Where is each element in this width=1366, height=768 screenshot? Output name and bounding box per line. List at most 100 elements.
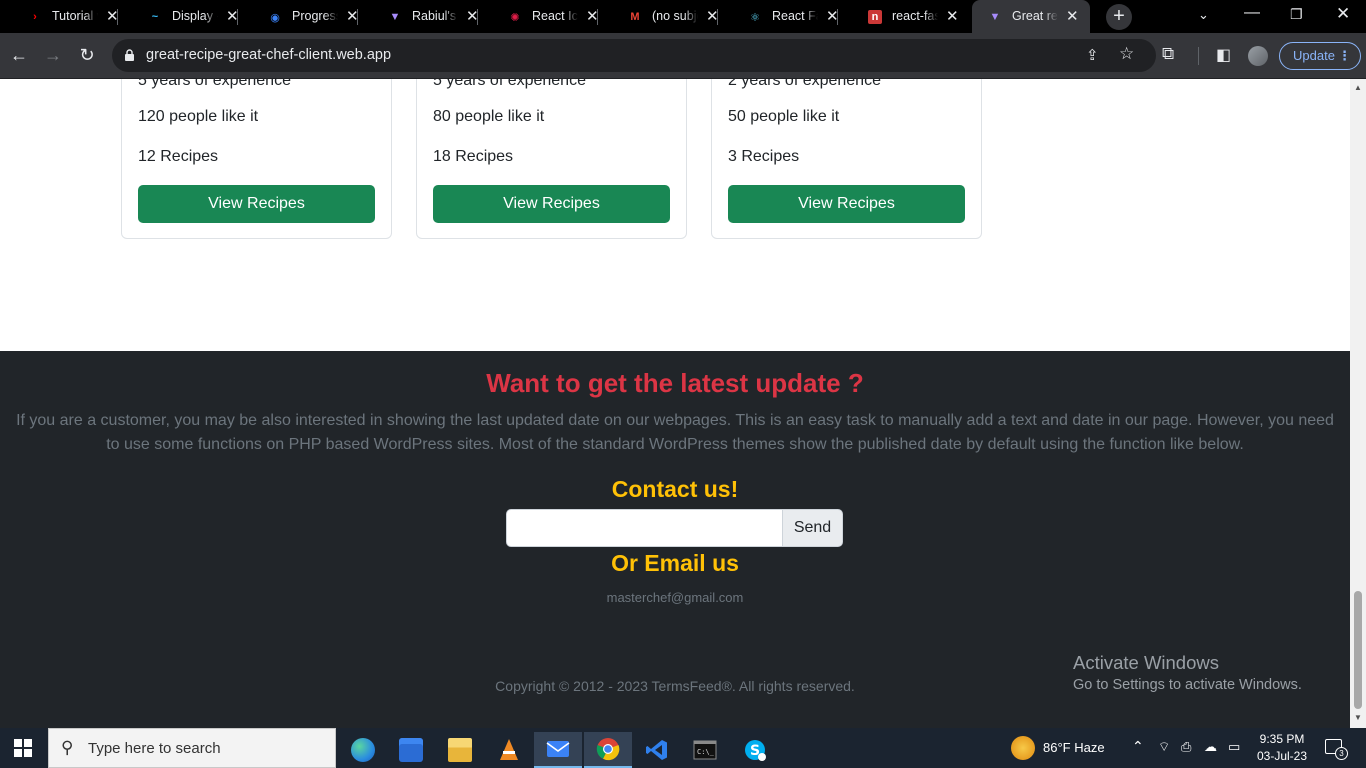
chef-card: 5 years of experience 80 people like it … <box>416 79 687 239</box>
chef-likes: 80 people like it <box>433 108 545 125</box>
skype-icon[interactable]: S <box>731 732 779 768</box>
tab-title: (no subje <box>652 9 698 23</box>
page-scrollbar[interactable]: ▲ ▼ <box>1350 79 1366 728</box>
toolbar-divider <box>1198 47 1199 65</box>
chef-card: 2 years of experience 50 people like it … <box>711 79 982 239</box>
weather-text[interactable]: 86°F Haze <box>1043 740 1105 755</box>
view-recipes-button[interactable]: View Recipes <box>728 185 965 223</box>
update-paragraph: If you are a customer, you may be also i… <box>16 412 1334 453</box>
view-recipes-button[interactable]: View Recipes <box>138 185 375 223</box>
search-placeholder: Type here to search <box>88 740 221 757</box>
scrollbar-thumb[interactable] <box>1354 591 1362 709</box>
tab-tutorial[interactable]: › Tutorial v ✕ <box>0 0 119 33</box>
close-tab-icon[interactable]: ✕ <box>1066 7 1079 25</box>
page-viewport: 5 years of experience 120 people like it… <box>0 79 1350 728</box>
scroll-down-icon[interactable]: ▼ <box>1354 713 1362 722</box>
view-recipes-button[interactable]: View Recipes <box>433 185 670 223</box>
chef-experience: 5 years of experience <box>433 79 586 89</box>
tab-title: Display - <box>172 9 218 23</box>
address-bar[interactable]: great-recipe-great-chef-client.web.app ⇪… <box>112 39 1156 72</box>
contact-email[interactable]: masterchef@gmail.com <box>0 590 1350 605</box>
store-icon[interactable] <box>387 732 435 768</box>
gmail-icon: M <box>630 11 640 23</box>
minimize-icon[interactable]: — <box>1244 4 1260 22</box>
tab-title: Rabiul's F <box>412 9 458 23</box>
tab-strip: › Tutorial v ✕ ~ Display - ✕ ◉ Progress … <box>0 0 1366 33</box>
show-hidden-icons-icon[interactable]: ⌃ <box>1132 738 1144 755</box>
search-icon: ⚲ <box>61 738 74 757</box>
react-icons-icon: ✺ <box>510 11 520 24</box>
restore-icon[interactable]: ❐ <box>1290 6 1303 23</box>
tab-react-fast[interactable]: ⚛ React Fas ✕ <box>720 0 839 33</box>
new-tab-button[interactable]: + <box>1106 4 1132 30</box>
battery-icon[interactable]: ▭ <box>1228 739 1240 755</box>
vlc-icon[interactable] <box>485 732 533 768</box>
back-icon[interactable]: ← <box>8 44 30 66</box>
tab-title: Great rec <box>1012 9 1058 23</box>
url-text: great-recipe-great-chef-client.web.app <box>146 47 392 63</box>
contact-input[interactable] <box>506 509 783 547</box>
chef-card: 5 years of experience 120 people like it… <box>121 79 392 239</box>
contact-heading: Contact us! <box>611 476 739 502</box>
notification-count-badge: 3 <box>1335 747 1348 760</box>
share-icon[interactable]: ⇪ <box>1086 46 1099 64</box>
chef-likes: 120 people like it <box>138 108 259 125</box>
reload-icon[interactable]: ↻ <box>76 44 98 66</box>
vscode-icon[interactable] <box>633 732 681 768</box>
tab-separator <box>837 9 838 25</box>
windows-taskbar: ⚲ Type here to search C:\_ S 86°F Haze ⌃… <box>0 728 1366 768</box>
edge-icon[interactable] <box>339 732 387 768</box>
network-icon[interactable]: ⌔ <box>1158 739 1170 755</box>
tailwind-icon: ~ <box>151 11 159 23</box>
extensions-icon[interactable]: ⧉ <box>1162 44 1174 64</box>
windows-start-icon[interactable] <box>14 739 32 757</box>
tab-rabiul[interactable]: ▼ Rabiul's F ✕ <box>360 0 479 33</box>
tab-react-icons[interactable]: ✺ React Ico ✕ <box>480 0 599 33</box>
tab-title: react-fast <box>892 9 938 23</box>
side-panel-icon[interactable]: ◧ <box>1216 45 1231 65</box>
tab-display[interactable]: ~ Display - ✕ <box>120 0 239 33</box>
close-window-icon[interactable]: ✕ <box>1336 4 1350 24</box>
profile-avatar[interactable] <box>1248 46 1268 66</box>
watermark-subtitle: Go to Settings to activate Windows. <box>1073 677 1302 693</box>
tab-search-icon[interactable]: ⌄ <box>1198 7 1209 23</box>
tab-progress[interactable]: ◉ Progress ✕ <box>240 0 359 33</box>
scroll-up-icon[interactable]: ▲ <box>1354 83 1362 92</box>
chrome-icon[interactable] <box>584 732 632 768</box>
update-headline: Want to get the latest update ? <box>486 368 864 398</box>
clock-time: 9:35 PM <box>1259 732 1305 746</box>
tab-separator <box>597 9 598 25</box>
terminal-icon[interactable]: C:\_ <box>681 732 729 768</box>
svg-text:C:\_: C:\_ <box>697 748 715 756</box>
bookmark-star-icon[interactable]: ☆ <box>1119 44 1134 64</box>
vite-icon: ▼ <box>389 11 401 23</box>
browser-toolbar: ← → ↻ great-recipe-great-chef-client.web… <box>0 33 1366 79</box>
weather-icon[interactable] <box>1011 736 1035 760</box>
tab-title: React Ico <box>532 9 578 23</box>
npm-icon: n <box>868 10 882 24</box>
update-button[interactable]: Update ⋮ <box>1279 42 1361 70</box>
send-button[interactable]: Send <box>782 509 843 547</box>
tab-separator <box>237 9 238 25</box>
taskbar-clock[interactable]: 9:35 PM 03-Jul-23 <box>1252 731 1312 765</box>
chef-likes: 50 people like it <box>728 108 840 125</box>
tab-separator <box>477 9 478 25</box>
forward-icon[interactable]: → <box>42 44 64 66</box>
close-tab-icon[interactable]: ✕ <box>946 7 959 25</box>
tab-title: React Fas <box>772 9 818 23</box>
taskbar-search-box[interactable]: ⚲ Type here to search <box>48 728 336 768</box>
chef-experience: 2 years of experience <box>728 79 881 89</box>
menu-dots-icon[interactable]: ⋮ <box>1338 43 1351 69</box>
watermark-title: Activate Windows <box>1073 652 1219 673</box>
tab-gmail[interactable]: M (no subje ✕ <box>600 0 719 33</box>
onedrive-icon[interactable]: ☁ <box>1204 739 1217 755</box>
mail-icon[interactable] <box>534 732 582 768</box>
tab-great-recipe[interactable]: ▼ Great rec ✕ <box>972 0 1090 33</box>
chef-recipes-count: 12 Recipes <box>138 148 219 165</box>
update-label: Update <box>1293 48 1335 63</box>
file-explorer-icon[interactable] <box>436 732 484 768</box>
clock-date: 03-Jul-23 <box>1256 749 1308 763</box>
activate-windows-watermark: Activate Windows Go to Settings to activ… <box>1073 652 1302 693</box>
meet-now-icon[interactable]: ⎙ <box>1181 739 1191 755</box>
tab-npm-react-fast[interactable]: n react-fast ✕ <box>840 0 959 33</box>
